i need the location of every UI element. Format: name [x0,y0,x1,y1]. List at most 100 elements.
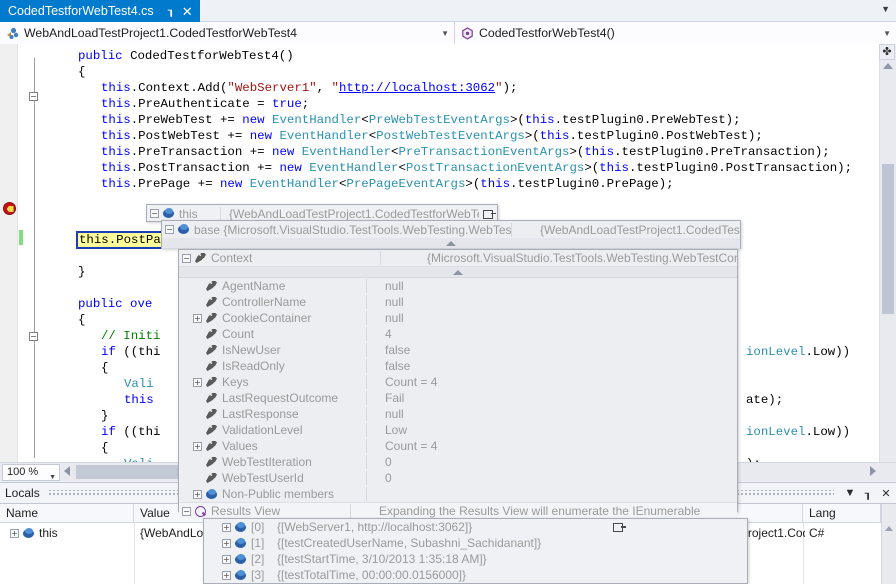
code-token: " [495,81,503,95]
datatip-result-row[interactable]: + [3] {[testTotalTime, 00:00:00.0156000]} [204,567,747,583]
pin-to-source-icon[interactable] [613,521,627,533]
scroll-left-arrow-icon[interactable] [64,466,70,476]
property-icon [205,456,218,469]
datatip-result-row[interactable]: + [2] {[testStartTime, 3/10/2013 1:35:18 A… [204,551,747,567]
editor-vertical-scrollbar[interactable]: ✤ [879,44,896,472]
datatip-member-row[interactable]: LastResponse null [179,406,737,422]
scroll-up-arrow-icon[interactable] [883,63,893,69]
scrollbar-thumb[interactable] [882,164,894,314]
datatip-row-base[interactable]: − base {Microsoft.VisualStudio.TestTools… [162,221,740,238]
datatip-member-row[interactable]: IsNewUser false [179,342,737,358]
type-dropdown[interactable]: WebAndLoadTestProject1.CodedTestforWebTe… [0,22,455,44]
datatip-member-value: Low [385,423,408,437]
datatip-scroll-up[interactable] [162,238,740,249]
datatip-row-results-view[interactable]: − Results View Expanding the Results Vie… [179,502,737,519]
datatip-scroll-up[interactable] [179,267,737,278]
row-expander [193,330,202,339]
pin-icon[interactable]: ┒ [860,487,876,500]
class-icon [5,26,20,41]
zoom-level-selector[interactable]: 100 % ▼ [2,464,60,481]
row-expander[interactable]: + [193,489,202,499]
close-icon[interactable]: ✕ [181,5,194,18]
datatip-member-row[interactable]: + Keys Count = 4 [179,374,737,390]
row-expander[interactable]: − [182,253,191,263]
outlining-collapse-toggle[interactable]: − [29,92,38,101]
datatip-member-row[interactable]: ControllerName null [179,294,737,310]
datatip-member-row[interactable]: + CookieContainer null [179,310,737,326]
datatip-member-row[interactable]: Count 4 [179,326,737,342]
code-line: public CodedTestforWebTest4() [78,48,294,64]
row-expander[interactable]: + [193,313,202,323]
member-dropdown[interactable]: CodedTestforWebTest4() ▼ [455,22,896,44]
column-header-name[interactable]: Name [0,504,134,523]
breakpoint-margin[interactable] [0,44,18,472]
code-line: this.PostWebTest += new EventHandler<Pos… [101,128,763,144]
code-token: .testPlugin0.PostWebTest); [569,129,763,143]
datatip-name: Context [211,251,381,265]
datatip-member-name: WebTestUserId [222,471,367,485]
outlining-margin[interactable] [24,44,46,472]
code-token: new [279,161,302,175]
datatip-results-list[interactable]: + [0] {[WebServer1, http://localhost:3062]… [204,519,747,583]
row-expander[interactable]: − [182,506,191,516]
row-expander[interactable]: + [222,554,231,564]
datatip-row-context[interactable]: − Context {Microsoft.VisualStudio.TestTo… [179,250,737,267]
table-row[interactable]: + this [0,524,134,542]
chevron-down-icon[interactable]: ▼ [842,487,858,499]
code-token: if [101,425,116,439]
code-token: this [124,393,154,407]
pin-icon[interactable]: ┒ [165,5,178,17]
datatip-member-row[interactable]: + Non-Public members [179,486,737,502]
datatip-member-row[interactable]: IsReadOnly false [179,358,737,374]
scroll-up-arrow-icon[interactable] [885,526,893,531]
row-expander[interactable]: + [10,528,19,538]
code-token: PostWebTestEventArgs [376,129,525,143]
document-tab-label: CodedTestforWebTest4.cs [8,4,154,18]
datatip-member-row[interactable]: + Values Count = 4 [179,438,737,454]
datatip-member-row[interactable]: LastRequestOutcome Fail [179,390,737,406]
row-expander[interactable]: − [165,225,174,234]
chevron-down-icon[interactable]: ▼ [883,29,891,38]
column-header-lang[interactable]: Lang [803,504,881,523]
datatip-result-row[interactable]: + [0] {[WebServer1, http://localhost:3062]… [204,519,747,535]
datatip-member-value: null [385,295,404,309]
object-icon [234,569,247,582]
code-line: this.PreTransaction += new EventHandler<… [101,144,830,160]
row-expander[interactable]: + [193,441,202,451]
datatip-member-list[interactable]: AgentName null ControllerName null + CookieCo… [179,278,737,502]
pin-to-source-icon[interactable] [483,208,497,220]
row-expander[interactable]: + [222,570,231,580]
row-expander[interactable]: − [150,209,159,218]
datatip-context[interactable]: − Context {Microsoft.VisualStudio.TestTo… [178,249,738,519]
split-view-icon[interactable]: ✤ [879,44,895,60]
datatip-result-row[interactable]: + [1] {[testCreatedUserName, Subashni_Sach… [204,535,747,551]
chevron-down-icon[interactable]: ▼ [441,29,449,38]
datatip-member-row[interactable]: ValidationLevel Low [179,422,737,438]
code-token: this [480,177,511,191]
breakpoint-icon[interactable] [3,202,16,215]
locals-vertical-scrollbar[interactable] [881,504,896,584]
code-token: .testPlugin0.PreTransaction); [614,145,830,159]
chevron-down-icon[interactable]: ▼ [881,4,890,14]
code-token: this [584,145,615,159]
datatip-base[interactable]: − base {Microsoft.VisualStudio.TestTools… [161,220,741,249]
close-icon[interactable]: ✕ [878,487,894,500]
datatip-results-items[interactable]: + [0] {[WebServer1, http://localhost:3062]… [203,518,748,584]
datatip-member-row[interactable]: AgentName null [179,278,737,294]
datatip-member-row[interactable]: WebTestIteration 0 [179,454,737,470]
outlining-collapse-toggle[interactable]: − [29,332,38,341]
datatip-member-value: 0 [385,455,392,469]
code-token: this [101,161,131,175]
datatip-name: this [179,206,221,221]
datatip-member-name: IsNewUser [222,343,367,357]
row-expander [193,362,202,371]
row-expander[interactable]: + [222,522,231,532]
row-expander[interactable]: + [222,538,231,548]
datatip-member-row[interactable]: WebTestUserId 0 [179,470,737,486]
row-expander[interactable]: + [193,377,202,387]
scroll-up-arrow-icon [453,269,463,275]
scroll-right-arrow-icon[interactable] [870,466,876,476]
document-tab-codedtestforwebtest4[interactable]: CodedTestforWebTest4.cs ┒ ✕ [0,0,200,22]
